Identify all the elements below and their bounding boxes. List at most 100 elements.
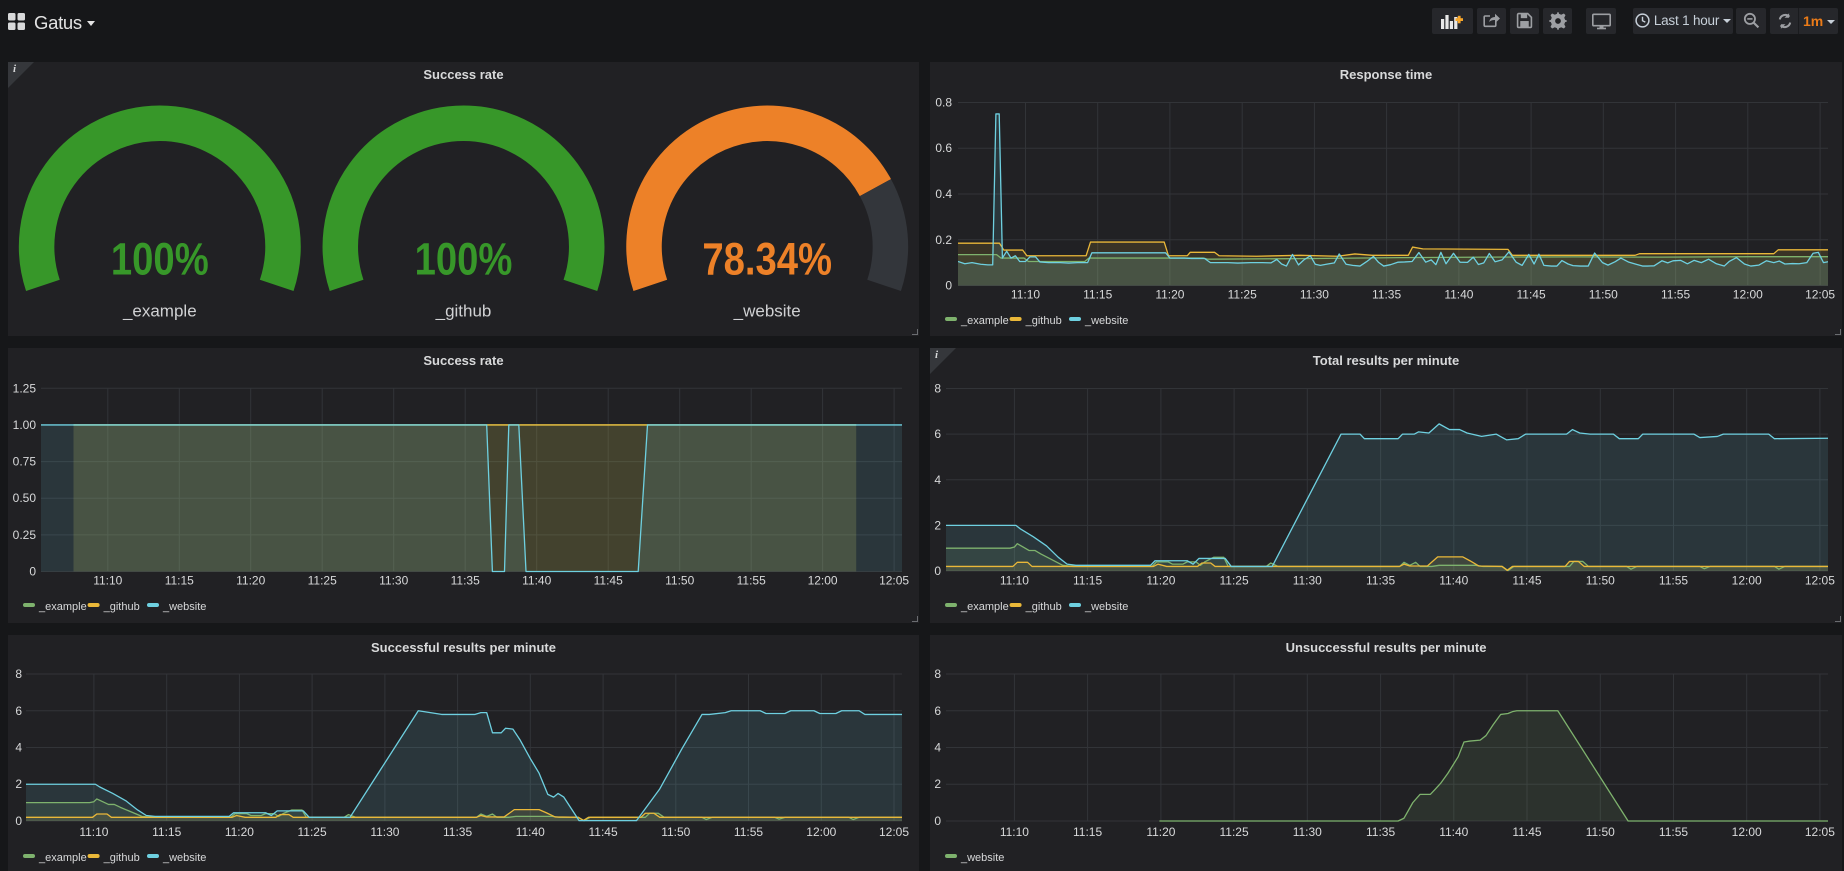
svg-text:4: 4 xyxy=(15,741,22,755)
svg-text:11:35: 11:35 xyxy=(451,574,480,588)
svg-text:11:45: 11:45 xyxy=(589,825,618,839)
svg-text:11:55: 11:55 xyxy=(734,825,763,839)
svg-text:_example: _example xyxy=(38,852,87,864)
svg-text:11:30: 11:30 xyxy=(379,574,408,588)
svg-text:0: 0 xyxy=(934,564,941,578)
svg-text:1.25: 1.25 xyxy=(13,381,37,395)
svg-text:11:45: 11:45 xyxy=(1512,825,1541,839)
svg-text:11:30: 11:30 xyxy=(370,825,399,839)
svg-text:11:20: 11:20 xyxy=(225,825,254,839)
svg-text:0.25: 0.25 xyxy=(13,528,37,542)
svg-text:0.2: 0.2 xyxy=(935,233,952,247)
svg-text:100%: 100% xyxy=(111,234,209,285)
svg-text:0: 0 xyxy=(945,279,952,293)
svg-text:_website: _website xyxy=(1084,315,1128,327)
svg-text:2: 2 xyxy=(934,777,941,791)
svg-text:11:45: 11:45 xyxy=(594,574,623,588)
svg-text:4: 4 xyxy=(934,473,941,487)
svg-text:6: 6 xyxy=(934,427,941,441)
svg-text:11:10: 11:10 xyxy=(93,574,122,588)
svg-text:11:55: 11:55 xyxy=(1659,825,1688,839)
svg-text:11:35: 11:35 xyxy=(1366,825,1395,839)
svg-text:_example: _example xyxy=(960,315,1009,327)
svg-text:11:45: 11:45 xyxy=(1512,574,1541,588)
svg-text:11:15: 11:15 xyxy=(165,574,194,588)
svg-text:11:50: 11:50 xyxy=(665,574,694,588)
svg-text:_website: _website xyxy=(162,601,206,613)
svg-text:_github: _github xyxy=(435,302,492,321)
svg-text:11:50: 11:50 xyxy=(661,825,690,839)
svg-text:12:05: 12:05 xyxy=(1805,288,1835,302)
svg-text:11:10: 11:10 xyxy=(1000,574,1029,588)
svg-text:_website: _website xyxy=(162,852,206,864)
svg-text:0.50: 0.50 xyxy=(13,491,37,505)
svg-text:11:50: 11:50 xyxy=(1589,288,1618,302)
svg-text:11:50: 11:50 xyxy=(1586,574,1615,588)
svg-text:11:40: 11:40 xyxy=(522,574,551,588)
svg-text:11:35: 11:35 xyxy=(443,825,472,839)
svg-text:12:05: 12:05 xyxy=(1805,825,1835,839)
svg-text:6: 6 xyxy=(934,704,941,718)
svg-text:11:30: 11:30 xyxy=(1293,825,1322,839)
svg-text:11:40: 11:40 xyxy=(1439,825,1468,839)
svg-text:11:55: 11:55 xyxy=(1661,288,1690,302)
svg-text:11:15: 11:15 xyxy=(1083,288,1112,302)
svg-text:_github: _github xyxy=(103,601,140,613)
svg-text:11:35: 11:35 xyxy=(1366,574,1395,588)
svg-text:_website: _website xyxy=(733,302,801,321)
svg-text:11:20: 11:20 xyxy=(236,574,265,588)
svg-text:_example: _example xyxy=(960,601,1009,613)
svg-text:11:25: 11:25 xyxy=(1220,825,1249,839)
svg-text:_github: _github xyxy=(1025,315,1062,327)
svg-text:0.4: 0.4 xyxy=(935,187,952,201)
svg-text:12:00: 12:00 xyxy=(1733,288,1763,302)
svg-text:2: 2 xyxy=(15,777,22,791)
svg-text:11:10: 11:10 xyxy=(1011,288,1040,302)
svg-text:12:00: 12:00 xyxy=(806,825,836,839)
svg-text:11:10: 11:10 xyxy=(1000,825,1029,839)
svg-text:11:40: 11:40 xyxy=(516,825,545,839)
svg-text:11:50: 11:50 xyxy=(1586,825,1615,839)
svg-text:11:25: 11:25 xyxy=(1228,288,1257,302)
svg-text:12:05: 12:05 xyxy=(879,574,909,588)
svg-text:12:00: 12:00 xyxy=(1732,825,1762,839)
svg-text:0.75: 0.75 xyxy=(13,455,37,469)
svg-text:78.34%: 78.34% xyxy=(702,234,832,285)
svg-text:11:15: 11:15 xyxy=(1073,825,1102,839)
svg-text:_github: _github xyxy=(103,852,140,864)
svg-text:8: 8 xyxy=(15,667,22,681)
svg-text:11:30: 11:30 xyxy=(1293,574,1322,588)
svg-text:11:40: 11:40 xyxy=(1444,288,1473,302)
svg-text:0.6: 0.6 xyxy=(935,141,952,155)
svg-text:100%: 100% xyxy=(415,234,513,285)
svg-text:0.8: 0.8 xyxy=(935,96,952,110)
svg-text:11:25: 11:25 xyxy=(1220,574,1249,588)
svg-text:12:05: 12:05 xyxy=(1805,574,1835,588)
svg-text:0: 0 xyxy=(29,565,36,579)
svg-text:_github: _github xyxy=(1025,601,1062,613)
svg-text:11:55: 11:55 xyxy=(737,574,766,588)
svg-text:11:30: 11:30 xyxy=(1300,288,1329,302)
svg-text:11:55: 11:55 xyxy=(1659,574,1688,588)
svg-text:0: 0 xyxy=(15,814,22,828)
svg-text:4: 4 xyxy=(934,741,941,755)
svg-text:12:05: 12:05 xyxy=(879,825,909,839)
svg-text:11:15: 11:15 xyxy=(152,825,181,839)
svg-text:1.00: 1.00 xyxy=(13,418,37,432)
svg-text:0: 0 xyxy=(934,814,941,828)
svg-text:11:20: 11:20 xyxy=(1155,288,1184,302)
svg-text:_example: _example xyxy=(38,601,87,613)
svg-text:8: 8 xyxy=(934,382,941,396)
svg-text:2: 2 xyxy=(934,518,941,532)
svg-text:11:15: 11:15 xyxy=(1073,574,1102,588)
svg-text:11:20: 11:20 xyxy=(1146,825,1175,839)
svg-text:12:00: 12:00 xyxy=(808,574,838,588)
svg-text:11:10: 11:10 xyxy=(79,825,108,839)
svg-text:_website: _website xyxy=(1084,601,1128,613)
svg-text:_website: _website xyxy=(960,852,1004,864)
svg-text:6: 6 xyxy=(15,704,22,718)
svg-text:11:45: 11:45 xyxy=(1517,288,1546,302)
svg-text:11:25: 11:25 xyxy=(308,574,337,588)
svg-text:_example: _example xyxy=(122,302,197,321)
svg-text:11:40: 11:40 xyxy=(1439,574,1468,588)
